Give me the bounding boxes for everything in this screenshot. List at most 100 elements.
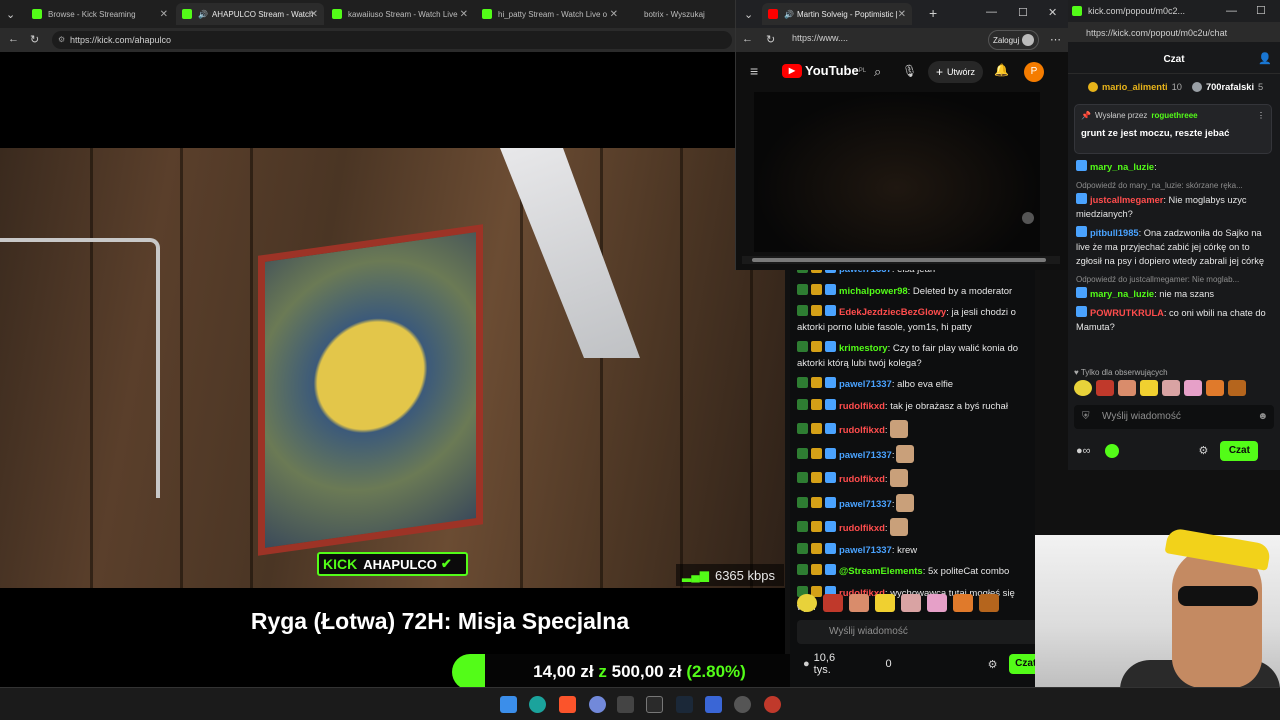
maximize-icon[interactable]: ☐ [1018, 6, 1028, 19]
bell-icon[interactable]: 🔔 [994, 63, 1009, 77]
epic-games-icon[interactable] [646, 696, 663, 713]
chat-username[interactable]: pitbull1985 [1090, 228, 1139, 238]
emote-icon[interactable] [927, 594, 947, 612]
chat-username[interactable]: pawel71337 [839, 379, 892, 390]
app-icon[interactable] [734, 696, 751, 713]
chat-username[interactable]: mary_na_luzie [1090, 162, 1154, 172]
reply-reference[interactable]: Odpowiedź do justcallmegamer: Nie moglab… [1076, 273, 1272, 287]
scrollbar-thumb[interactable] [752, 258, 1046, 262]
chat-username[interactable]: rudolfikxd [839, 401, 885, 412]
pinned-message[interactable]: 📌 Wysłane przez roguethreee ⋮ grunt ze j… [1074, 104, 1272, 154]
chat-username[interactable]: rudolfikxd [839, 474, 885, 485]
minimize-icon[interactable]: — [986, 6, 997, 18]
youtube-video[interactable] [754, 92, 1040, 252]
reply-reference[interactable]: Odpowiedź do mary_na_luzie: skórzane ręk… [1076, 179, 1272, 193]
settings-icon[interactable]: ⚙ [1199, 444, 1209, 458]
emote-icon[interactable] [1118, 380, 1136, 396]
chat-username[interactable]: rudolfikxd [839, 523, 885, 534]
send-chat-button[interactable]: Czat [1220, 441, 1259, 461]
site-info-icon[interactable]: ⚙ [58, 31, 65, 49]
close-tab-icon[interactable]: ✕ [610, 9, 618, 20]
login-button[interactable]: Zaloguj [988, 30, 1040, 50]
tab-list-icon[interactable]: ⌄ [744, 8, 753, 21]
back-icon[interactable]: ← [742, 33, 753, 45]
chat-username[interactable]: POWRUTKRULA [1090, 308, 1164, 318]
app-icon[interactable] [617, 696, 634, 713]
start-icon[interactable] [500, 696, 517, 713]
users-icon[interactable]: 👤 [1258, 52, 1272, 66]
tab-kawaiiuso[interactable]: kawaiiuso Stream - Watch Live ✕ [326, 3, 474, 25]
emote-icon[interactable] [1074, 380, 1092, 396]
chat-username[interactable]: pawel71337 [839, 450, 892, 461]
kick-chat-input[interactable]: Wyślij wiadomość [797, 620, 1042, 644]
close-window-icon[interactable]: ✕ [1048, 6, 1057, 19]
pinned-by-user[interactable]: roguethreee [1151, 109, 1197, 123]
microphone-icon[interactable]: 🎙 [902, 64, 917, 78]
reload-icon[interactable]: ↻ [766, 33, 775, 46]
chat-username[interactable]: michalpower98 [839, 286, 908, 297]
horizontal-scrollbar[interactable] [742, 256, 1060, 264]
obs-icon[interactable] [764, 696, 781, 713]
close-tab-icon[interactable]: ✕ [460, 9, 468, 20]
speaker-icon[interactable]: 🔊 [198, 10, 208, 19]
emote-icon[interactable] [1184, 380, 1202, 396]
tab-hi-patty[interactable]: hi_patty Stream - Watch Live o ✕ [476, 3, 624, 25]
maximize-icon[interactable]: ☐ [1256, 4, 1266, 18]
tab-ahapulco[interactable]: 🔊 AHAPULCO Stream - Watch ✕ [176, 3, 324, 25]
emoji-icon[interactable]: ☻ [1257, 405, 1268, 429]
create-button[interactable]: + Utwórz [928, 61, 984, 83]
url-text[interactable]: https://www.... [792, 33, 848, 43]
more-icon[interactable]: ⋯ [1050, 33, 1061, 46]
emote-icon[interactable] [901, 594, 921, 612]
close-tab-icon[interactable]: ✕ [160, 9, 168, 20]
emote-icon[interactable] [823, 594, 843, 612]
emote-icon[interactable] [849, 594, 869, 612]
reload-icon[interactable]: ↻ [30, 33, 39, 46]
unpin-icon[interactable]: ⋮ [1257, 109, 1265, 123]
emote-icon[interactable] [1206, 380, 1224, 396]
emote-icon[interactable] [1162, 380, 1180, 396]
popout-chat-input[interactable]: ⛨ Wyślij wiadomość ☻ [1074, 405, 1274, 429]
chat-username[interactable]: pawel71337 [839, 499, 892, 510]
search-icon[interactable]: ⌕ [874, 64, 881, 80]
emote-icon[interactable] [1096, 380, 1114, 396]
brave-icon[interactable] [559, 696, 576, 713]
new-tab-icon[interactable]: + [929, 5, 937, 21]
tab-list-icon[interactable]: ⌄ [6, 8, 15, 21]
chat-username[interactable]: pawel71337 [839, 545, 892, 556]
back-icon[interactable]: ← [8, 33, 19, 45]
chat-username[interactable]: @StreamElements [839, 566, 923, 577]
menu-icon[interactable]: ≡ [750, 63, 758, 79]
chat-username[interactable]: mary_na_luzie [1090, 289, 1154, 299]
kick-coin-icon[interactable] [1104, 444, 1119, 458]
youtube-logo[interactable]: ▶ YouTube PL [782, 63, 866, 78]
infinity-icon[interactable]: ●∞ [1076, 444, 1091, 458]
steam-icon[interactable] [676, 696, 693, 713]
chat-username[interactable]: krimestory [839, 343, 888, 354]
edge-icon[interactable] [529, 696, 546, 713]
minimize-icon[interactable]: — [1226, 4, 1237, 18]
chat-username[interactable]: rudolfikxd [839, 425, 885, 436]
gifter-name[interactable]: 700rafalski [1206, 80, 1254, 94]
tab-browse[interactable]: Browse - Kick Streaming ✕ [26, 3, 174, 25]
app-icon[interactable] [705, 696, 722, 713]
tab-botrix[interactable]: botrix - Wyszukaj [626, 3, 734, 25]
emote-icon[interactable] [875, 594, 895, 612]
close-tab-icon[interactable]: ✕ [310, 9, 318, 20]
discord-icon[interactable] [589, 696, 606, 713]
emote-icon[interactable] [979, 594, 999, 612]
avatar[interactable]: P [1024, 62, 1044, 82]
url-field[interactable]: ⚙ https://kick.com/ahapulco [52, 31, 732, 49]
gifter-name[interactable]: mario_alimenti [1102, 80, 1168, 94]
url-text[interactable]: https://kick.com/popout/m0c2u/chat [1086, 26, 1227, 40]
emote-icon[interactable] [953, 594, 973, 612]
speaker-icon[interactable]: 🔊 [784, 10, 794, 19]
chat-username[interactable]: justcallmegamer [1090, 195, 1163, 205]
close-tab-icon[interactable]: ✕ [898, 9, 906, 20]
emote-icon[interactable] [1228, 380, 1246, 396]
settings-icon[interactable]: ⚙ [988, 658, 998, 671]
emote-icon[interactable] [1140, 380, 1158, 396]
chat-username[interactable]: EdekJezdziecBezGlowy [839, 307, 946, 318]
tab-youtube[interactable]: 🔊 Martin Solveig - Poptimistic | ✕ [762, 3, 912, 25]
emote-icon[interactable] [797, 594, 817, 612]
